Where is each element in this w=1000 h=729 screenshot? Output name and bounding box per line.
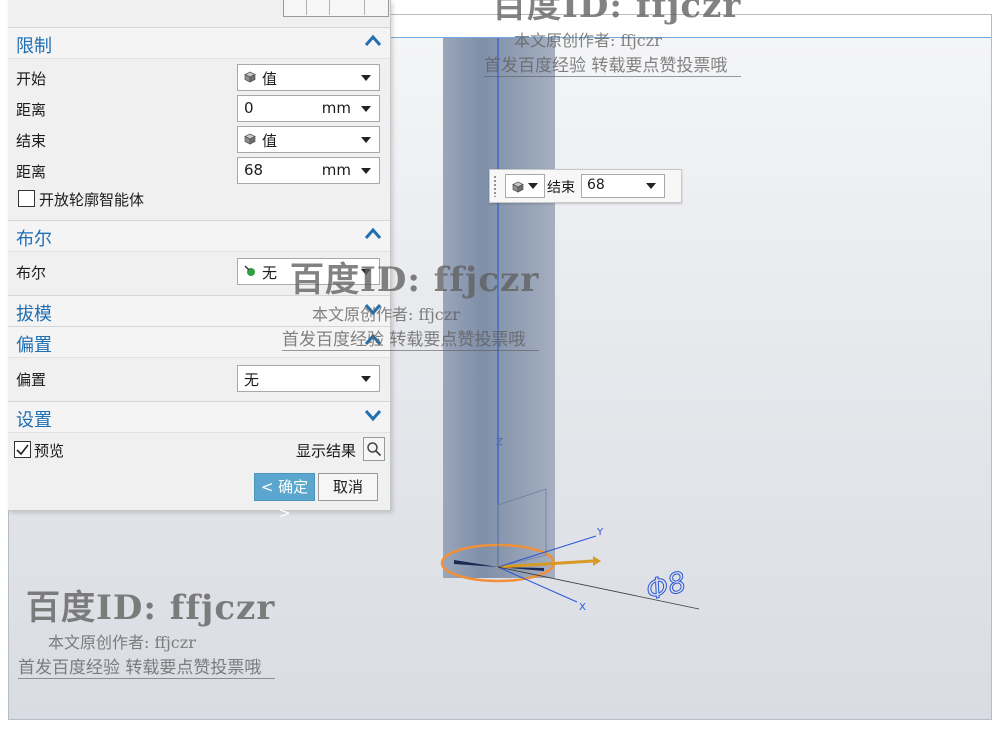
float-end-value-input[interactable]: 68 bbox=[581, 174, 665, 198]
start-distance-input[interactable]: 0 mm bbox=[237, 95, 380, 122]
start-label: 开始 bbox=[16, 70, 47, 88]
chevron-down-icon bbox=[361, 106, 371, 112]
float-end-label: 结束 bbox=[547, 180, 575, 196]
chevron-up-icon[interactable] bbox=[364, 227, 382, 241]
limits-section-header[interactable]: 限制 bbox=[8, 27, 390, 59]
drag-grip-icon[interactable] bbox=[493, 175, 497, 197]
boolean-section-header[interactable]: 布尔 bbox=[8, 220, 390, 252]
start-distance-label: 距离 bbox=[16, 101, 47, 119]
z-axis-label: Z bbox=[496, 437, 503, 448]
settings-section-header[interactable]: 设置 bbox=[8, 401, 390, 433]
x-axis-label: X bbox=[579, 602, 586, 613]
chevron-down-icon bbox=[528, 183, 538, 189]
offset-section-title: 偏置 bbox=[16, 335, 52, 356]
watermark-author: 本文原创作者: ffjczr bbox=[514, 31, 662, 50]
dialog-top-toolbar bbox=[283, 0, 389, 17]
offset-label: 偏置 bbox=[16, 371, 47, 389]
watermark-bottom-left: 百度ID: ffjczr 本文原创作者: ffjczr 首发百度经验 转载要点赞… bbox=[18, 580, 276, 679]
start-type-value: 值 bbox=[262, 70, 278, 88]
watermark-author: 本文原创作者: ffjczr bbox=[48, 633, 196, 652]
on-screen-input-box[interactable]: 结束 68 bbox=[489, 169, 682, 203]
show-result-button[interactable] bbox=[363, 437, 385, 461]
end-distance-value: 68 bbox=[244, 161, 264, 179]
start-type-dropdown[interactable]: 值 bbox=[237, 64, 380, 91]
watermark-slogan: 首发百度经验 转载要点赞投票哦 bbox=[282, 325, 540, 351]
end-distance-label: 距离 bbox=[16, 163, 47, 181]
toolbar-cell-icon[interactable] bbox=[307, 0, 330, 15]
preview-checkbox[interactable] bbox=[14, 441, 31, 458]
draft-section-title: 拔模 bbox=[16, 304, 52, 325]
end-type-dropdown[interactable]: 值 bbox=[237, 126, 380, 153]
chevron-down-icon[interactable] bbox=[364, 408, 382, 422]
boolean-section-title: 布尔 bbox=[16, 229, 52, 250]
watermark-slogan: 首发百度经验 转载要点赞投票哦 bbox=[18, 653, 276, 679]
watermark-id: 百度ID: ffjczr bbox=[492, 0, 742, 26]
chevron-up-icon[interactable] bbox=[364, 34, 382, 48]
end-label: 结束 bbox=[16, 132, 47, 150]
end-type-value: 值 bbox=[262, 132, 278, 150]
cube-icon bbox=[512, 181, 524, 193]
toolbar-cell-icon[interactable] bbox=[330, 0, 365, 15]
limits-section-title: 限制 bbox=[16, 36, 52, 57]
cube-icon bbox=[244, 133, 256, 145]
end-type-dropdown[interactable] bbox=[505, 174, 545, 198]
diameter-annotation: Φ8 bbox=[643, 565, 690, 607]
boolean-none-icon bbox=[244, 265, 255, 276]
preview-label: 预览 bbox=[34, 442, 65, 460]
open-profile-checkbox[interactable] bbox=[18, 190, 35, 207]
watermark-id: 百度ID: ffjczr bbox=[26, 588, 276, 628]
watermark-center: 百度ID: ffjczr 本文原创作者: ffjczr 首发百度经验 转载要点赞… bbox=[282, 252, 540, 351]
boolean-value: 无 bbox=[262, 264, 278, 282]
open-profile-label: 开放轮廓智能体 bbox=[39, 191, 145, 209]
start-distance-value: 0 bbox=[244, 99, 254, 117]
offset-dropdown[interactable]: 无 bbox=[237, 365, 380, 392]
toolbar-cell-icon[interactable] bbox=[284, 0, 307, 15]
magnifier-icon bbox=[367, 442, 382, 457]
cube-icon bbox=[244, 71, 256, 83]
cancel-button[interactable]: 取消 bbox=[318, 473, 378, 501]
watermark-author: 本文原创作者: ffjczr bbox=[312, 305, 460, 324]
y-axis-label: Y bbox=[596, 527, 604, 538]
offset-value: 无 bbox=[244, 371, 260, 389]
ok-button[interactable]: < 确定 > bbox=[254, 473, 315, 522]
watermark-top: 百度ID: ffjczr 本文原创作者: ffjczr 首发百度经验 转载要点赞… bbox=[484, 0, 742, 77]
chevron-down-icon bbox=[361, 75, 371, 81]
float-end-value: 68 bbox=[587, 177, 605, 193]
chevron-down-icon bbox=[361, 376, 371, 382]
chevron-down-icon bbox=[361, 168, 371, 174]
watermark-slogan: 首发百度经验 转载要点赞投票哦 bbox=[484, 51, 742, 77]
watermark-id: 百度ID: ffjczr bbox=[290, 260, 540, 300]
end-distance-input[interactable]: 68 mm bbox=[237, 157, 380, 184]
checkmark-icon bbox=[16, 444, 29, 456]
settings-section-title: 设置 bbox=[16, 410, 52, 431]
boolean-label: 布尔 bbox=[16, 264, 47, 282]
chevron-down-icon bbox=[361, 137, 371, 143]
show-result-label: 显示结果 bbox=[296, 442, 357, 460]
end-distance-unit: mm bbox=[321, 161, 351, 179]
axis-handle-arrow bbox=[593, 556, 601, 566]
start-distance-unit: mm bbox=[321, 99, 351, 117]
chevron-down-icon bbox=[646, 183, 656, 189]
